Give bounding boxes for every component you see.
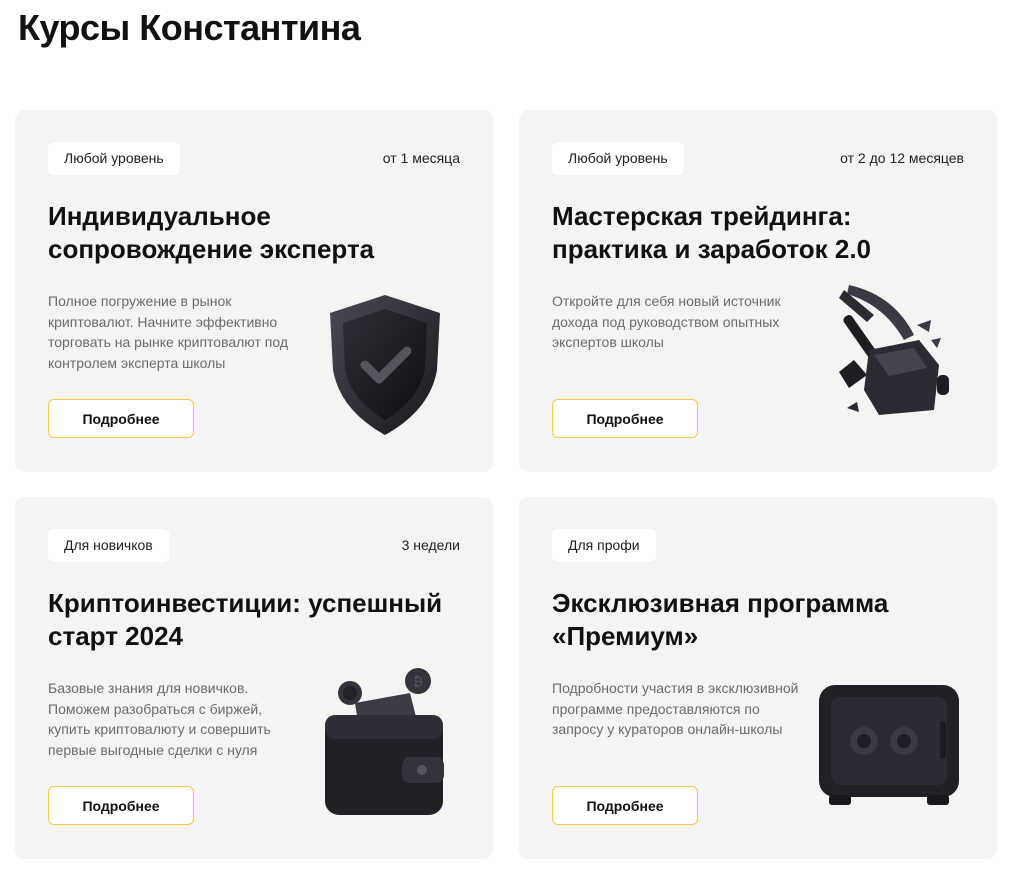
details-button[interactable]: Подробнее bbox=[552, 786, 698, 825]
page-title: Курсы Константина bbox=[18, 7, 361, 48]
details-button[interactable]: Подробнее bbox=[552, 399, 698, 438]
level-badge: Для профи bbox=[552, 529, 656, 562]
wallet-icon: ₿ bbox=[310, 665, 460, 825]
course-title: Криптоинвестиции: успешный старт 2024 bbox=[48, 588, 443, 651]
duration-label: 3 недели bbox=[401, 537, 460, 553]
course-card-trading[interactable]: Любой уровень от 2 до 12 месяцев Мастерс… bbox=[519, 110, 997, 472]
course-title: Индивидуальное сопровождение эксперта bbox=[48, 201, 375, 264]
course-description: Откройте для себя новый источник дохода … bbox=[552, 293, 781, 350]
level-badge: Для новичков bbox=[48, 529, 169, 562]
course-description: Полное погружение в рынок криптовалют. Н… bbox=[48, 293, 289, 371]
safe-icon bbox=[809, 677, 969, 817]
level-badge: Любой уровень bbox=[48, 142, 180, 175]
svg-text:₿: ₿ bbox=[413, 675, 423, 690]
duration-label: от 1 месяца bbox=[382, 150, 460, 166]
course-card-individual[interactable]: Любой уровень от 1 месяца Индивидуальное… bbox=[15, 110, 493, 472]
course-title: Эксклюзивная программа «Премиум» bbox=[552, 588, 889, 651]
details-button[interactable]: Подробнее bbox=[48, 786, 194, 825]
shield-check-icon bbox=[315, 285, 455, 445]
level-badge: Любой уровень bbox=[552, 142, 684, 175]
details-button[interactable]: Подробнее bbox=[48, 399, 194, 438]
course-card-premium[interactable]: Для профи Эксклюзивная программа «Премиу… bbox=[519, 497, 997, 859]
course-description: Подробности участия в эксклюзивной прогр… bbox=[552, 680, 799, 737]
course-description: Базовые знания для новичков. Поможем раз… bbox=[48, 680, 271, 758]
duration-label: от 2 до 12 месяцев bbox=[840, 150, 964, 166]
course-card-investments[interactable]: Для новичков 3 недели Криптоинвестиции: … bbox=[15, 497, 493, 859]
pickaxe-icon bbox=[819, 280, 969, 430]
course-title: Мастерская трейдинга: практика и заработ… bbox=[552, 201, 872, 264]
